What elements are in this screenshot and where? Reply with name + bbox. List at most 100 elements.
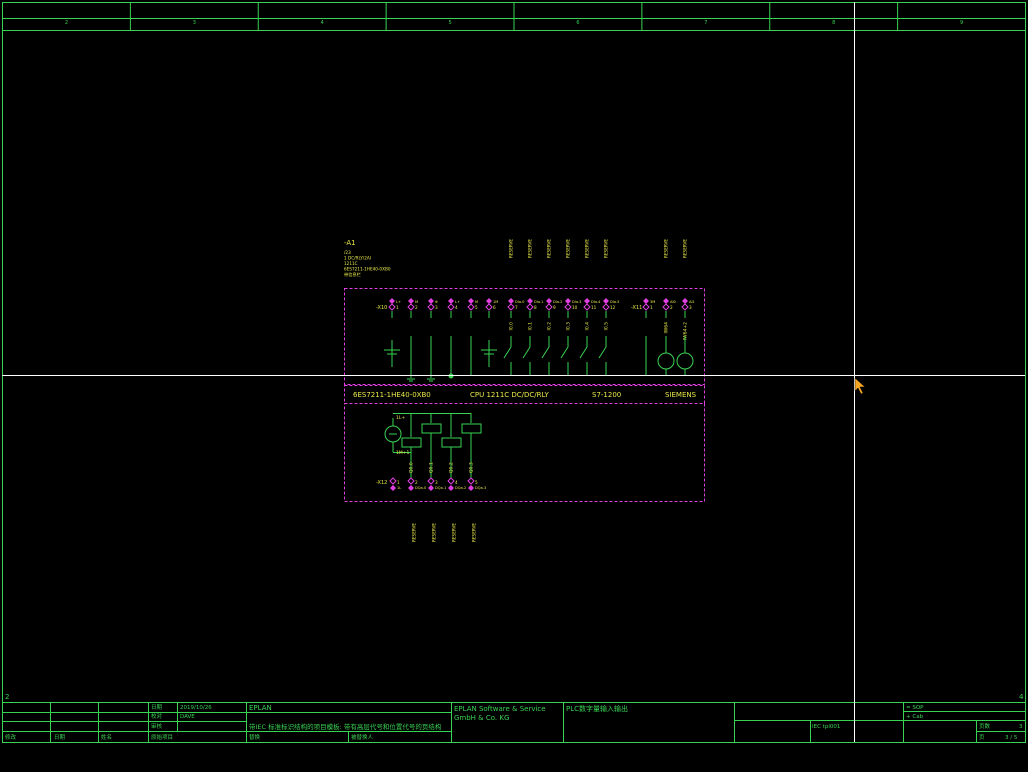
tb-rev-label-4: 原始项目 (151, 733, 173, 741)
terminal-marker[interactable] (448, 298, 454, 304)
terminal-marker[interactable] (390, 485, 396, 491)
terminal-marker[interactable] (546, 298, 552, 304)
io-address: I0.2 (547, 322, 553, 331)
terminal-marker[interactable] (565, 298, 571, 304)
terminal-name: AI1 (689, 300, 695, 304)
terminal-number: 2 (415, 480, 418, 485)
terminal-number: 2 (415, 305, 418, 310)
terminal-connection-point[interactable] (467, 303, 475, 311)
connector-x10[interactable]: -X10 (376, 305, 387, 311)
terminal-connection-point[interactable] (389, 477, 397, 485)
connector-x12[interactable]: -X12 (376, 480, 387, 486)
device-info-line: 带信息栏 (344, 271, 361, 278)
terminal-marker[interactable] (448, 485, 454, 491)
tb-date-value: 2019/10/26 (180, 705, 212, 711)
terminal-name: DIa.4 (591, 300, 601, 304)
terminal-number: 1 (396, 305, 399, 310)
terminal-connection-point[interactable] (447, 477, 455, 485)
terminal-connection-point[interactable] (388, 303, 396, 311)
terminal-connection-point[interactable] (642, 303, 650, 311)
ruler-column-number: 5 (448, 20, 451, 26)
terminal-marker[interactable] (428, 298, 434, 304)
terminal-marker[interactable] (408, 298, 414, 304)
tb-page-of-value: 3 / 5 (1005, 735, 1018, 741)
reserve-label: RESERVE (412, 523, 417, 542)
terminal-marker[interactable] (428, 485, 434, 491)
supply-label-2: 1M+1 (396, 450, 410, 456)
terminal-connection-point[interactable] (485, 303, 493, 311)
terminal-name: DIa.3 (572, 300, 581, 304)
tb-rev-label-3: 姓名 (101, 733, 112, 741)
io-address: Q0.2 (449, 462, 455, 473)
terminal-marker[interactable] (408, 485, 414, 491)
plc-family: S7-1200 (592, 391, 621, 399)
terminal-connection-point[interactable] (467, 477, 475, 485)
terminal-connection-point[interactable] (583, 303, 591, 311)
terminal-name: L+ (396, 300, 401, 304)
terminal-connection-point[interactable] (407, 303, 415, 311)
terminal-marker[interactable] (508, 298, 514, 304)
connector-x11[interactable]: -X11 (631, 305, 642, 311)
terminal-connection-point[interactable] (427, 477, 435, 485)
terminal-connection-point[interactable] (681, 303, 689, 311)
io-address: IW64 (664, 322, 670, 334)
terminal-marker[interactable] (663, 298, 669, 304)
terminal-number: 1 (650, 305, 653, 310)
order-number: 6ES7211-1HE40-0XB0 (353, 391, 431, 399)
terminal-connection-point[interactable] (662, 303, 670, 311)
reserve-label: RESERVE (683, 239, 688, 258)
terminal-name: DQa.2 (455, 486, 466, 490)
side-mark-right: 4 (1019, 693, 1024, 701)
terminal-connection-point[interactable] (602, 303, 610, 311)
tb-page-label: 页数 (979, 722, 991, 730)
top-reserve-labels: RESERVE RESERVE RESERVE RESERVE RESERVE RESER… (509, 239, 688, 258)
tb-company-full-2: GmbH & Co. KG (454, 714, 509, 722)
terminal-marker[interactable] (643, 298, 649, 304)
terminal-name: DIa.0 (515, 300, 525, 304)
terminal-connection-point[interactable] (427, 303, 435, 311)
terminal-name: L+ (455, 300, 460, 304)
reserve-label: RESERVE (472, 523, 477, 542)
terminal-name: 1L (397, 486, 401, 490)
terminal-connection-point[interactable] (447, 303, 455, 311)
reserve-label: RESERVE (509, 239, 514, 258)
supply-label-1: 1L+ (396, 415, 405, 421)
crosshair-cursor (2, 2, 1025, 742)
terminal-name: M (475, 300, 478, 304)
tb-editor-label: 被替换人 (351, 733, 374, 741)
terminal-marker[interactable] (468, 485, 474, 491)
device-tag[interactable]: -A1 (344, 239, 356, 247)
tb-date-label: 日期 (151, 704, 163, 711)
terminal-marker[interactable] (389, 298, 395, 304)
reserve-label: RESERVE (566, 239, 571, 258)
terminal-marker[interactable] (527, 298, 533, 304)
device-info-lines: /231 DC/RLY/2AI1211C6ES7211-1HE40-0XB0带信… (344, 250, 391, 278)
terminal-connection-point[interactable] (564, 303, 572, 311)
terminal-connection-point[interactable] (545, 303, 553, 311)
terminal-marker[interactable] (603, 298, 609, 304)
ruler-column-number: 7 (704, 20, 707, 26)
terminal-connection-point[interactable] (407, 477, 415, 485)
device-info-line: /23 (344, 250, 351, 255)
terminal-marker[interactable] (468, 298, 474, 304)
tb-company-full-1: EPLAN Software & Service (454, 705, 546, 713)
terminal-number: 5 (475, 480, 478, 485)
terminal-name: ⊕ (435, 300, 438, 304)
terminal-marker[interactable] (682, 298, 688, 304)
device-info-line: 1 DC/RLY/2AI (344, 256, 371, 261)
terminal-marker[interactable] (486, 298, 492, 304)
schematic-canvas[interactable]: 23456789 2 4 -A1 /231 DC/RLY/2AI1211C6ES… (0, 0, 1028, 772)
bottom-address-labels: Q0.0 Q0.1 Q0.2 Q0.3 (409, 462, 475, 473)
terminal-connection-point[interactable] (526, 303, 534, 311)
terminal-name: AI0 (670, 300, 677, 304)
mouse-pointer-icon (854, 377, 866, 395)
drawing-frame (2, 2, 1026, 743)
terminal-connection-point[interactable] (507, 303, 515, 311)
tb-standard: IEC tpl001 (812, 724, 840, 730)
tb-page-of-label: 页 (979, 734, 985, 741)
device-info-line: 1211C (344, 261, 358, 266)
plc-description: 6ES7211-1HE40-0XB0 CPU 1211C DC/DC/RLY S… (353, 391, 697, 399)
terminal-number: 3 (435, 480, 438, 485)
terminal-marker[interactable] (584, 298, 590, 304)
io-address: I0.0 (509, 322, 515, 331)
